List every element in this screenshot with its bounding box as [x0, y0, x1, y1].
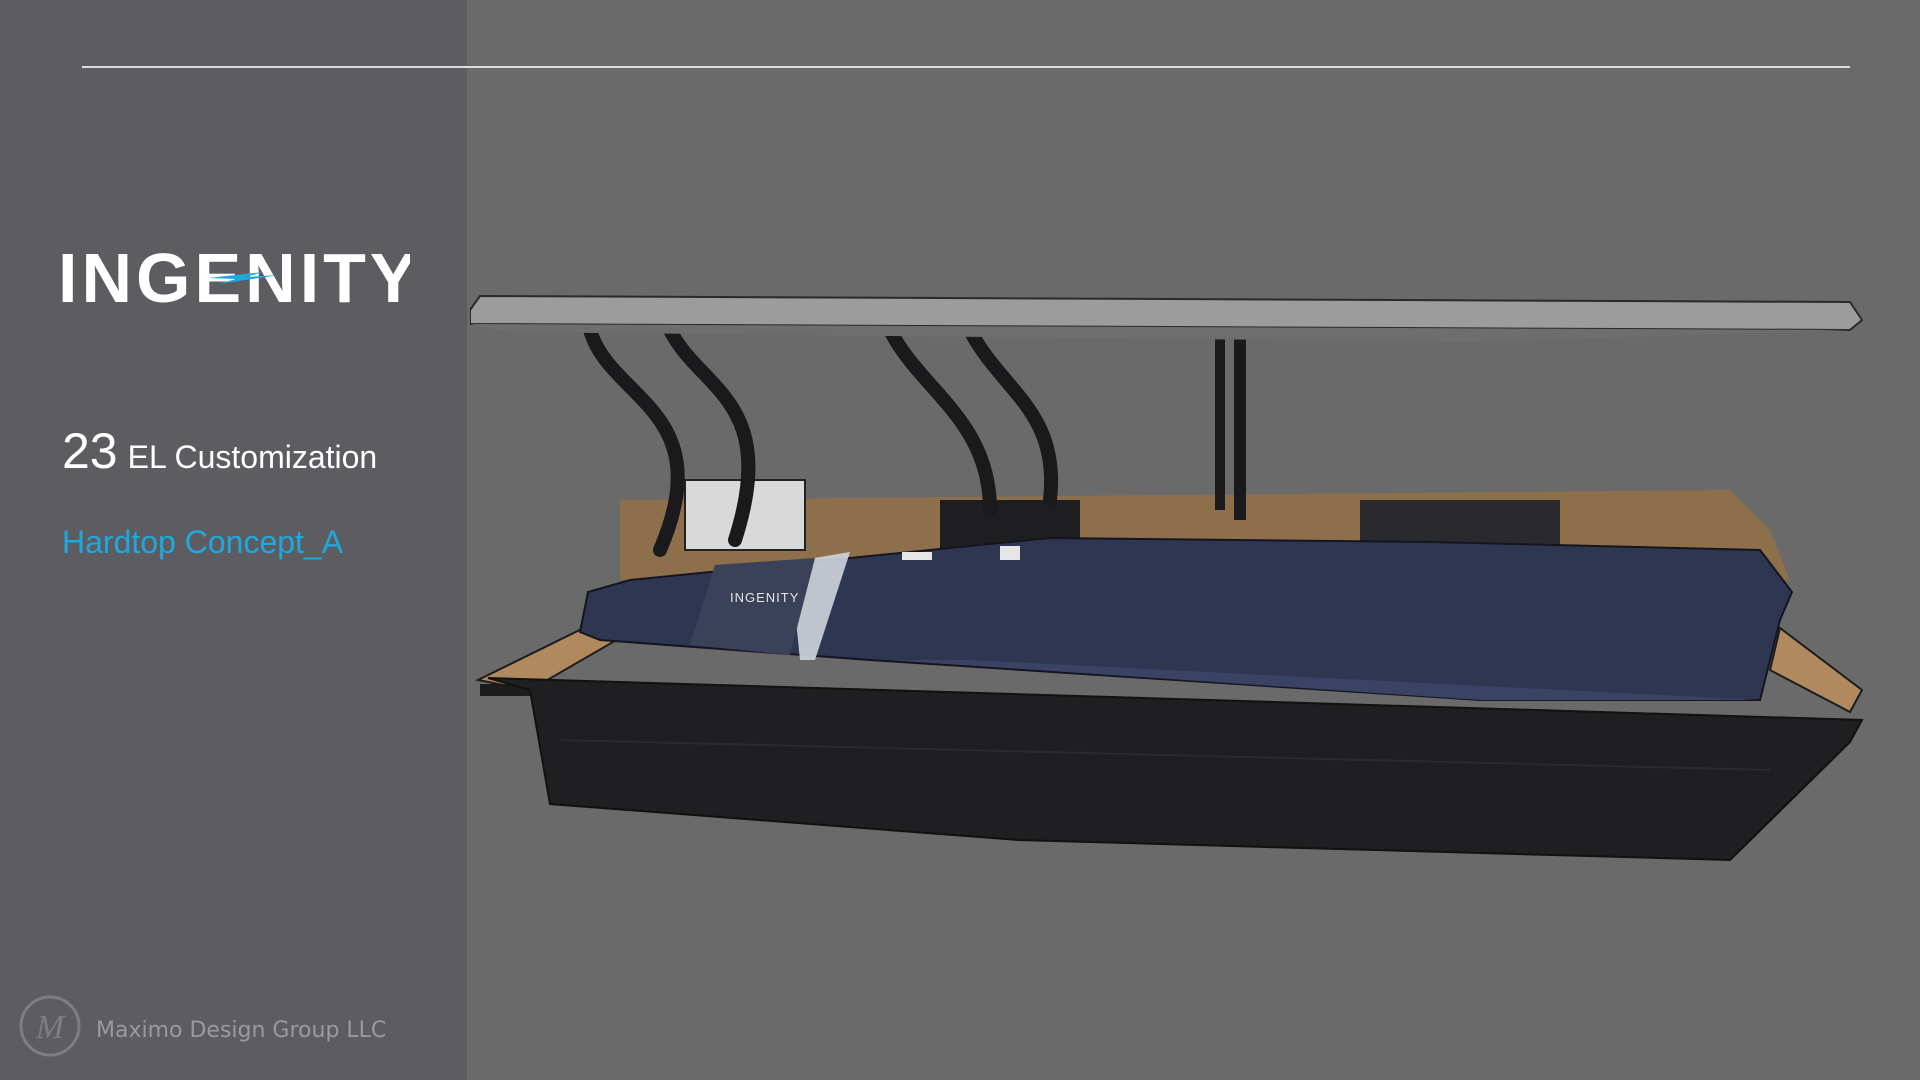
ingenity-logo: INGENITY	[58, 239, 410, 317]
concept-title: Hardtop Concept_A	[62, 524, 344, 560]
model-label: EL Customization	[127, 439, 378, 475]
model-number: 23	[62, 423, 118, 479]
svg-text:M: M	[35, 1009, 66, 1046]
boat-rendering: INGENITY	[470, 294, 1864, 862]
top-divider	[82, 66, 1850, 68]
company-name: Maximo Design Group LLC	[96, 1018, 387, 1043]
maximo-logo: M	[19, 995, 81, 1057]
model-heading: 23 EL Customization	[62, 422, 377, 480]
hull-badge: INGENITY	[730, 590, 799, 605]
